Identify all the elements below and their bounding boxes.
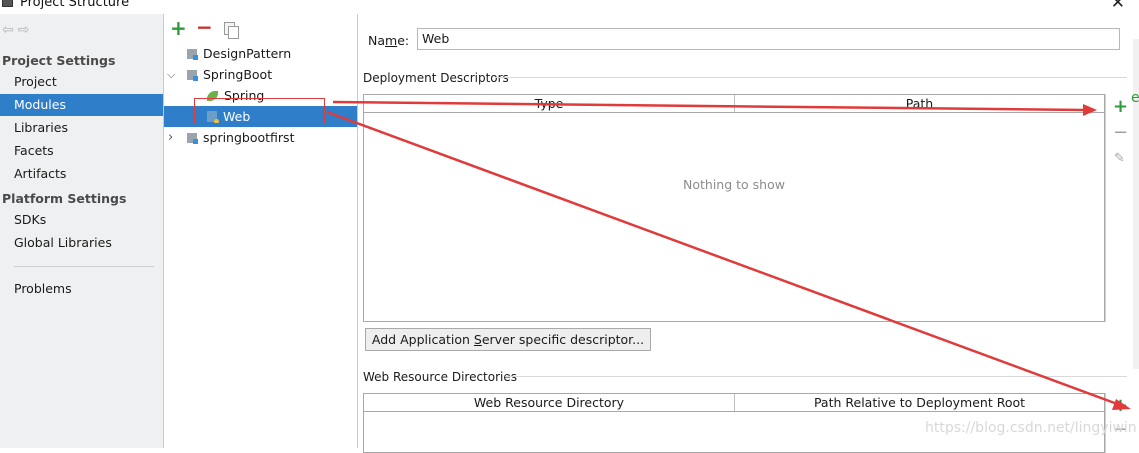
name-field[interactable]: Web <box>417 28 1120 50</box>
project-settings-header: Project Settings <box>2 53 116 68</box>
module-folder-icon <box>187 133 198 144</box>
back-arrow-icon[interactable]: ⇦ <box>2 22 18 38</box>
empty-state-text: Nothing to show <box>683 177 785 192</box>
deployment-descriptors-table[interactable]: Type Path Nothing to show <box>363 94 1105 322</box>
column-header-type[interactable]: Type <box>364 95 735 112</box>
descriptor-toolbar: + − ✎ <box>1105 94 1133 322</box>
sidebar-divider <box>14 266 154 267</box>
copy-icon[interactable] <box>224 22 239 39</box>
tree-node-springbootfirst[interactable]: springbootfirst <box>187 127 294 148</box>
tree-node-springboot[interactable]: SpringBoot <box>187 64 272 85</box>
name-label: Name: <box>368 33 410 48</box>
annotation-highlight-box <box>194 98 325 124</box>
edit-pencil-icon[interactable]: ✎ <box>1114 151 1125 166</box>
module-tree-panel: + − DesignPattern ⌵ SpringBoot Spring We… <box>164 14 358 448</box>
sidebar-item-facets[interactable]: Facets <box>0 140 163 162</box>
group-divider <box>495 77 1127 78</box>
module-folder-icon <box>187 49 198 60</box>
web-resource-directories-title: Web Resource Directories <box>363 370 517 384</box>
column-header-web-resource-directory[interactable]: Web Resource Directory <box>364 394 735 411</box>
add-server-descriptor-button[interactable]: Add Application Server specific descript… <box>365 328 651 351</box>
window-title: Project Structure <box>20 0 130 10</box>
platform-settings-header: Platform Settings <box>2 191 127 206</box>
nav-arrows: ⇦⇨ <box>2 22 33 38</box>
sidebar-item-modules[interactable]: Modules <box>0 94 163 116</box>
chevron-down-icon[interactable]: ⌵ <box>167 68 175 82</box>
sidebar-item-libraries[interactable]: Libraries <box>0 117 163 139</box>
table-header: Web Resource Directory Path Relative to … <box>364 394 1104 412</box>
chevron-right-icon[interactable]: › <box>168 130 173 145</box>
remove-icon[interactable]: − <box>196 17 213 37</box>
column-header-path-relative[interactable]: Path Relative to Deployment Root <box>735 394 1104 411</box>
sidebar-item-global-libraries[interactable]: Global Libraries <box>0 232 163 254</box>
right-edge-strip <box>1133 39 1139 369</box>
add-icon[interactable]: + <box>1113 96 1128 117</box>
sidebar-item-project[interactable]: Project <box>0 71 163 93</box>
table-header: Type Path <box>364 95 1104 113</box>
close-icon[interactable]: ✕ <box>1111 0 1125 13</box>
forward-arrow-icon[interactable]: ⇨ <box>18 22 34 38</box>
add-icon[interactable]: + <box>170 18 187 38</box>
sidebar-item-sdks[interactable]: SDKs <box>0 209 163 231</box>
cropped-edge-glyph: e <box>1131 90 1139 106</box>
add-icon[interactable]: + <box>1113 395 1128 416</box>
module-detail-panel: Name: Web Deployment Descriptors Type Pa… <box>358 14 1139 453</box>
sidebar-item-problems[interactable]: Problems <box>0 278 163 300</box>
settings-sidebar: ⇦⇨ Project Settings Project Modules Libr… <box>0 14 164 448</box>
deployment-descriptors-title: Deployment Descriptors <box>363 71 509 85</box>
sidebar-item-artifacts[interactable]: Artifacts <box>0 163 163 185</box>
module-folder-icon <box>187 70 198 81</box>
app-icon <box>2 0 13 7</box>
column-header-path[interactable]: Path <box>735 95 1104 112</box>
remove-icon[interactable]: − <box>1113 122 1128 143</box>
tree-node-designpattern[interactable]: DesignPattern <box>187 43 291 64</box>
group-divider <box>505 376 1127 377</box>
title-bar: Project Structure ✕ <box>0 0 1139 14</box>
watermark: https://blog.csdn.net/lingyiwin <box>925 420 1137 436</box>
